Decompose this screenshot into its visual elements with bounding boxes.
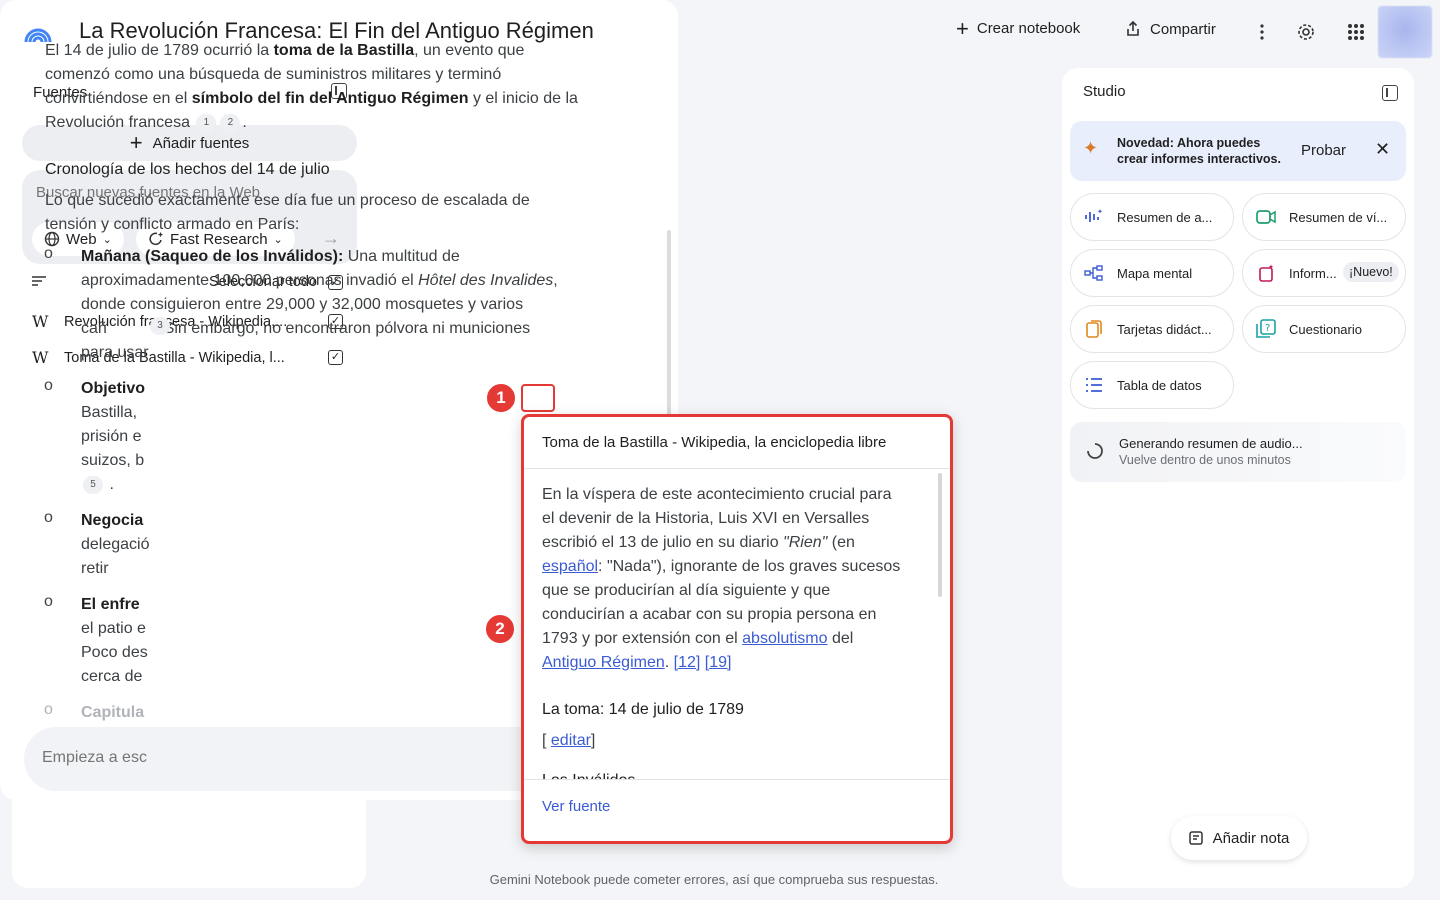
mindmap-icon xyxy=(1071,265,1117,281)
flashcards-button[interactable]: Tarjetas didáct... xyxy=(1070,305,1234,353)
citation-highlight-box xyxy=(521,384,555,412)
more-options-icon[interactable] xyxy=(1250,20,1274,44)
link-antiguo-regimen[interactable]: Antiguo Régimen xyxy=(542,654,665,671)
bullet-marker: o xyxy=(44,701,53,718)
section-paragraph: Lo que sucedió exactamente ese día fue u… xyxy=(45,192,530,233)
view-source-link[interactable]: Ver fuente xyxy=(524,779,950,841)
new-badge: ¡Nuevo! xyxy=(1343,262,1399,282)
quiz-button[interactable]: ? Cuestionario xyxy=(1242,305,1406,353)
annotation-marker: 2 xyxy=(484,613,516,645)
plus-icon: + xyxy=(129,130,143,155)
bullet-item: Objetivo Bastilla, prisión e suizos, b 5… xyxy=(81,380,146,494)
citation-chip[interactable]: 5 xyxy=(83,476,103,494)
create-notebook-button[interactable]: + Crear notebook xyxy=(956,15,1080,41)
bullet-item: Negocia delegació retir xyxy=(81,512,150,577)
try-button[interactable]: Probar xyxy=(1301,142,1346,159)
bullet-item: Mañana (Saqueo de los Inválidos): Una mu… xyxy=(81,248,558,361)
bullet-item: El enfre el patio e Poco des cerca de xyxy=(81,596,148,685)
audio-overview-button[interactable]: Resumen de a... xyxy=(1070,193,1234,241)
close-icon[interactable]: ✕ xyxy=(1375,139,1390,160)
studio-title: Studio xyxy=(1083,83,1126,100)
bullet-item: Capitula xyxy=(81,704,145,721)
link-espanol[interactable]: español xyxy=(542,558,598,575)
share-icon xyxy=(1127,20,1139,36)
collapse-studio-icon[interactable] xyxy=(1382,85,1398,101)
new-feature-banner: ✦ Novedad: Ahora puedes crear informes i… xyxy=(1070,121,1406,181)
apps-grid-icon[interactable] xyxy=(1344,20,1368,44)
quiz-icon: ? xyxy=(1243,319,1289,339)
bullet-marker: o xyxy=(44,593,53,610)
bullet-marker: o xyxy=(44,245,53,262)
audio-icon xyxy=(1071,208,1117,226)
citation-chip[interactable]: 3 xyxy=(150,317,170,335)
citation-popup: Toma de la Bastilla - Wikipedia, la enci… xyxy=(521,414,953,844)
popup-scrollbar[interactable] xyxy=(938,473,942,597)
flashcards-icon xyxy=(1071,319,1117,339)
annotation-marker: 1 xyxy=(485,382,517,414)
chat-input[interactable] xyxy=(42,749,172,767)
share-button[interactable]: Compartir xyxy=(1124,20,1216,38)
data-table-button[interactable]: Tabla de datos xyxy=(1070,361,1234,409)
user-avatar[interactable] xyxy=(1378,6,1432,58)
chat-scrollbar[interactable] xyxy=(667,230,671,440)
wikipedia-icon: W xyxy=(32,312,49,331)
intro-paragraph: El 14 de julio de 1789 ocurrió la toma d… xyxy=(45,42,578,132)
popup-title: Toma de la Bastilla - Wikipedia, la enci… xyxy=(524,417,950,469)
popup-subheading: La toma: 14 de julio de 1789 xyxy=(542,701,744,718)
loading-spinner-icon xyxy=(1087,443,1103,459)
party-popper-icon: ✦ xyxy=(1083,138,1099,158)
popup-excerpt: En la víspera de este acontecimiento cru… xyxy=(542,483,927,779)
plus-icon: + xyxy=(956,15,969,41)
mind-map-button[interactable]: Mapa mental xyxy=(1070,249,1234,297)
filter-icon xyxy=(32,274,62,290)
citation-chip[interactable]: 1 xyxy=(196,114,217,132)
settings-gear-icon[interactable] xyxy=(1294,20,1318,44)
wikipedia-icon: W xyxy=(32,348,49,367)
bullet-marker: o xyxy=(44,509,53,526)
bullet-marker: o xyxy=(44,377,53,394)
reports-button[interactable]: Inform... ¡Nuevo! xyxy=(1242,249,1406,297)
ref-link[interactable]: [12] xyxy=(674,654,701,671)
report-icon xyxy=(1243,264,1289,282)
edit-link[interactable]: editar xyxy=(551,732,591,749)
svg-text:?: ? xyxy=(1265,323,1270,334)
link-absolutismo[interactable]: absolutismo xyxy=(742,630,827,647)
table-icon xyxy=(1071,377,1117,393)
citation-chip[interactable]: 2 xyxy=(220,114,241,132)
ref-link[interactable]: [19] xyxy=(705,654,732,671)
video-overview-button[interactable]: Resumen de ví... xyxy=(1242,193,1406,241)
add-note-button[interactable]: Añadir nota xyxy=(1171,816,1307,860)
section-heading: Cronología de los hechos del 14 de julio xyxy=(45,161,330,178)
note-icon xyxy=(1188,831,1203,845)
generating-audio-item: Generando resumen de audio... Vuelve den… xyxy=(1070,422,1406,482)
video-icon xyxy=(1243,209,1289,225)
studio-panel: Studio ✦ Novedad: Ahora puedes crear inf… xyxy=(1062,68,1414,888)
